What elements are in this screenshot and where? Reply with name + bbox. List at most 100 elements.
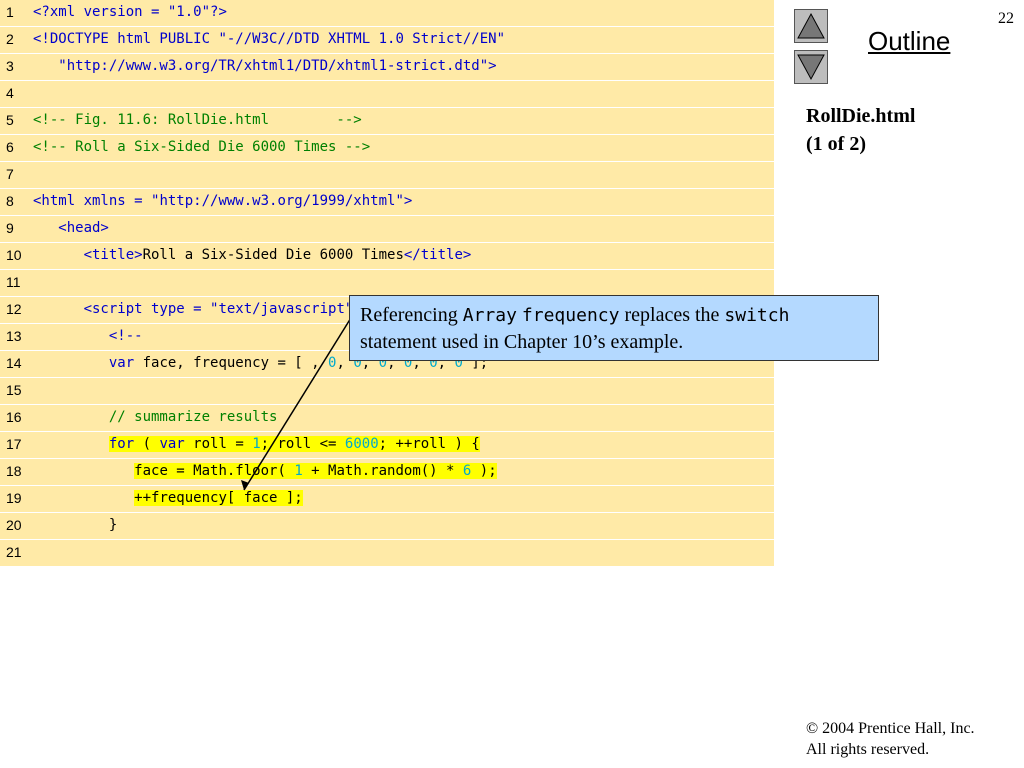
triangle-down-icon bbox=[797, 54, 825, 81]
code-text: <title>Roll a Six-Sided Die 6000 Times</… bbox=[33, 247, 472, 263]
code-token: <!DOCTYPE html PUBLIC bbox=[33, 31, 219, 47]
code-text: ++frequency[ face ]; bbox=[33, 490, 303, 506]
file-label: RollDie.html (1 of 2) bbox=[806, 102, 915, 158]
code-token: var bbox=[108, 355, 135, 371]
code-line: 5 <!-- Fig. 11.6: RollDie.html --> bbox=[0, 108, 774, 135]
code-text: } bbox=[33, 517, 117, 533]
code-text: <!DOCTYPE html PUBLIC "-//W3C//DTD XHTML… bbox=[33, 31, 505, 47]
line-number: 7 bbox=[6, 166, 14, 182]
code-token: <?xml version = bbox=[33, 4, 168, 20]
code-token: , bbox=[311, 355, 320, 371]
code-line: 2 <!DOCTYPE html PUBLIC "-//W3C//DTD XHTM… bbox=[0, 27, 774, 54]
code-token: , bbox=[336, 355, 345, 371]
page-number: 22 bbox=[998, 10, 1014, 27]
code-token: ?> bbox=[210, 4, 227, 20]
code-token: // summarize results bbox=[33, 409, 278, 425]
line-number: 11 bbox=[6, 274, 21, 290]
code-text: <head> bbox=[33, 220, 109, 236]
code-text: <!-- Roll a Six-Sided Die 6000 Times --> bbox=[33, 139, 370, 155]
line-number: 14 bbox=[6, 355, 22, 371]
outline-link[interactable]: Outline bbox=[868, 26, 950, 57]
line-number: 1 bbox=[6, 4, 14, 20]
code-token: for bbox=[108, 436, 135, 452]
line-number: 6 bbox=[6, 139, 14, 155]
line-number: 5 bbox=[6, 112, 14, 128]
code-token: Roll a Six-Sided Die 6000 Times bbox=[142, 247, 404, 263]
code-token: ; ++roll ) { bbox=[378, 436, 480, 452]
code-text: <html xmlns = "http://www.w3.org/1999/xh… bbox=[33, 193, 412, 209]
code-line: 8 <html xmlns = "http://www.w3.org/1999/x… bbox=[0, 189, 774, 216]
code-token: </title> bbox=[403, 247, 472, 263]
line-number: 13 bbox=[6, 328, 22, 344]
code-token: "text/javascript" bbox=[210, 301, 354, 317]
code-token: <html xmlns = bbox=[33, 193, 152, 209]
line-number: 17 bbox=[6, 436, 22, 452]
next-slide-button[interactable] bbox=[794, 50, 828, 84]
previous-slide-button[interactable] bbox=[794, 9, 828, 43]
line-number: 8 bbox=[6, 193, 14, 209]
code-line: 1 <?xml version = "1.0"?> bbox=[0, 0, 774, 27]
file-name: RollDie.html bbox=[806, 105, 916, 127]
code-token: <!-- Fig. 11.6: RollDie.html --> bbox=[33, 112, 362, 128]
line-number: 10 bbox=[6, 247, 22, 263]
code-token: face = Math.floor( bbox=[134, 463, 295, 479]
line-number: 2 bbox=[6, 31, 14, 47]
line-number: 19 bbox=[6, 490, 22, 506]
code-token: <!-- Roll a Six-Sided Die 6000 Times --> bbox=[33, 139, 371, 155]
code-token: "1.0" bbox=[167, 4, 211, 20]
copyright-notice: © 2004 Prentice Hall, Inc. All rights re… bbox=[806, 718, 975, 760]
code-line: 21 bbox=[0, 540, 774, 567]
code-token: face, frequency = [ bbox=[134, 355, 312, 371]
code-token: "http://www.w3.org/TR/xhtml1/DTD/xhtml1-… bbox=[33, 58, 489, 74]
code-line: 11 bbox=[0, 270, 774, 297]
code-token: > bbox=[488, 58, 497, 74]
code-token: "-//W3C//DTD XHTML 1.0 Strict//EN" bbox=[218, 31, 506, 47]
code-token: 0 bbox=[319, 355, 337, 371]
code-text: "http://www.w3.org/TR/xhtml1/DTD/xhtml1-… bbox=[33, 58, 497, 74]
code-token: 1 bbox=[252, 436, 261, 452]
code-line: 3 "http://www.w3.org/TR/xhtml1/DTD/xhtml… bbox=[0, 54, 774, 81]
code-text: <!-- Fig. 11.6: RollDie.html --> bbox=[33, 112, 362, 128]
code-text: // summarize results bbox=[33, 409, 278, 425]
callout-box: Referencing Array frequency replaces the… bbox=[349, 295, 879, 361]
copyright-line1: 2004 Prentice Hall, Inc. bbox=[822, 720, 975, 737]
code-token: ; roll <= bbox=[260, 436, 345, 452]
code-token: <title> bbox=[33, 247, 143, 263]
code-line: 4 bbox=[0, 81, 774, 108]
code-line: 19 ++frequency[ face ]; bbox=[0, 486, 774, 513]
line-number: 18 bbox=[6, 463, 22, 479]
code-text: <script type = "text/javascript"> bbox=[33, 301, 362, 317]
code-token: ( bbox=[134, 436, 160, 452]
code-token: var bbox=[159, 436, 185, 452]
code-line: 10 <title>Roll a Six-Sided Die 6000 Time… bbox=[0, 243, 774, 270]
code-token: <script type = bbox=[33, 301, 211, 317]
code-line: 7 bbox=[0, 162, 774, 189]
code-line: 15 bbox=[0, 378, 774, 405]
code-token: ++frequency[ face ]; bbox=[134, 490, 303, 506]
code-line: 6 <!-- Roll a Six-Sided Die 6000 Times --… bbox=[0, 135, 774, 162]
copyright-symbol: © bbox=[806, 720, 819, 737]
code-line: 18 face = Math.floor( 1 + Math.random() … bbox=[0, 459, 774, 486]
line-number: 3 bbox=[6, 58, 14, 74]
copyright-line2: All rights reserved. bbox=[806, 741, 930, 758]
line-number: 16 bbox=[6, 409, 22, 425]
code-line: 16 // summarize results bbox=[0, 405, 774, 432]
line-number: 12 bbox=[6, 301, 22, 317]
line-number: 15 bbox=[6, 382, 22, 398]
line-number: 21 bbox=[6, 544, 22, 560]
code-token: roll = bbox=[184, 436, 253, 452]
line-number: 20 bbox=[6, 517, 22, 533]
code-text: <?xml version = "1.0"?> bbox=[33, 4, 227, 20]
code-token: > bbox=[403, 193, 413, 209]
code-token: } bbox=[33, 517, 118, 533]
code-token: 1 bbox=[294, 463, 303, 479]
code-listing: 1 <?xml version = "1.0"?> 2 <!DOCTYPE html … bbox=[0, 0, 774, 567]
code-token: <!-- bbox=[33, 328, 143, 344]
file-part: (1 of 2) bbox=[806, 133, 866, 155]
code-token: ); bbox=[471, 463, 497, 479]
code-line: 20 } bbox=[0, 513, 774, 540]
code-text: for ( var roll = 1; roll <= 6000; ++roll… bbox=[33, 436, 480, 452]
